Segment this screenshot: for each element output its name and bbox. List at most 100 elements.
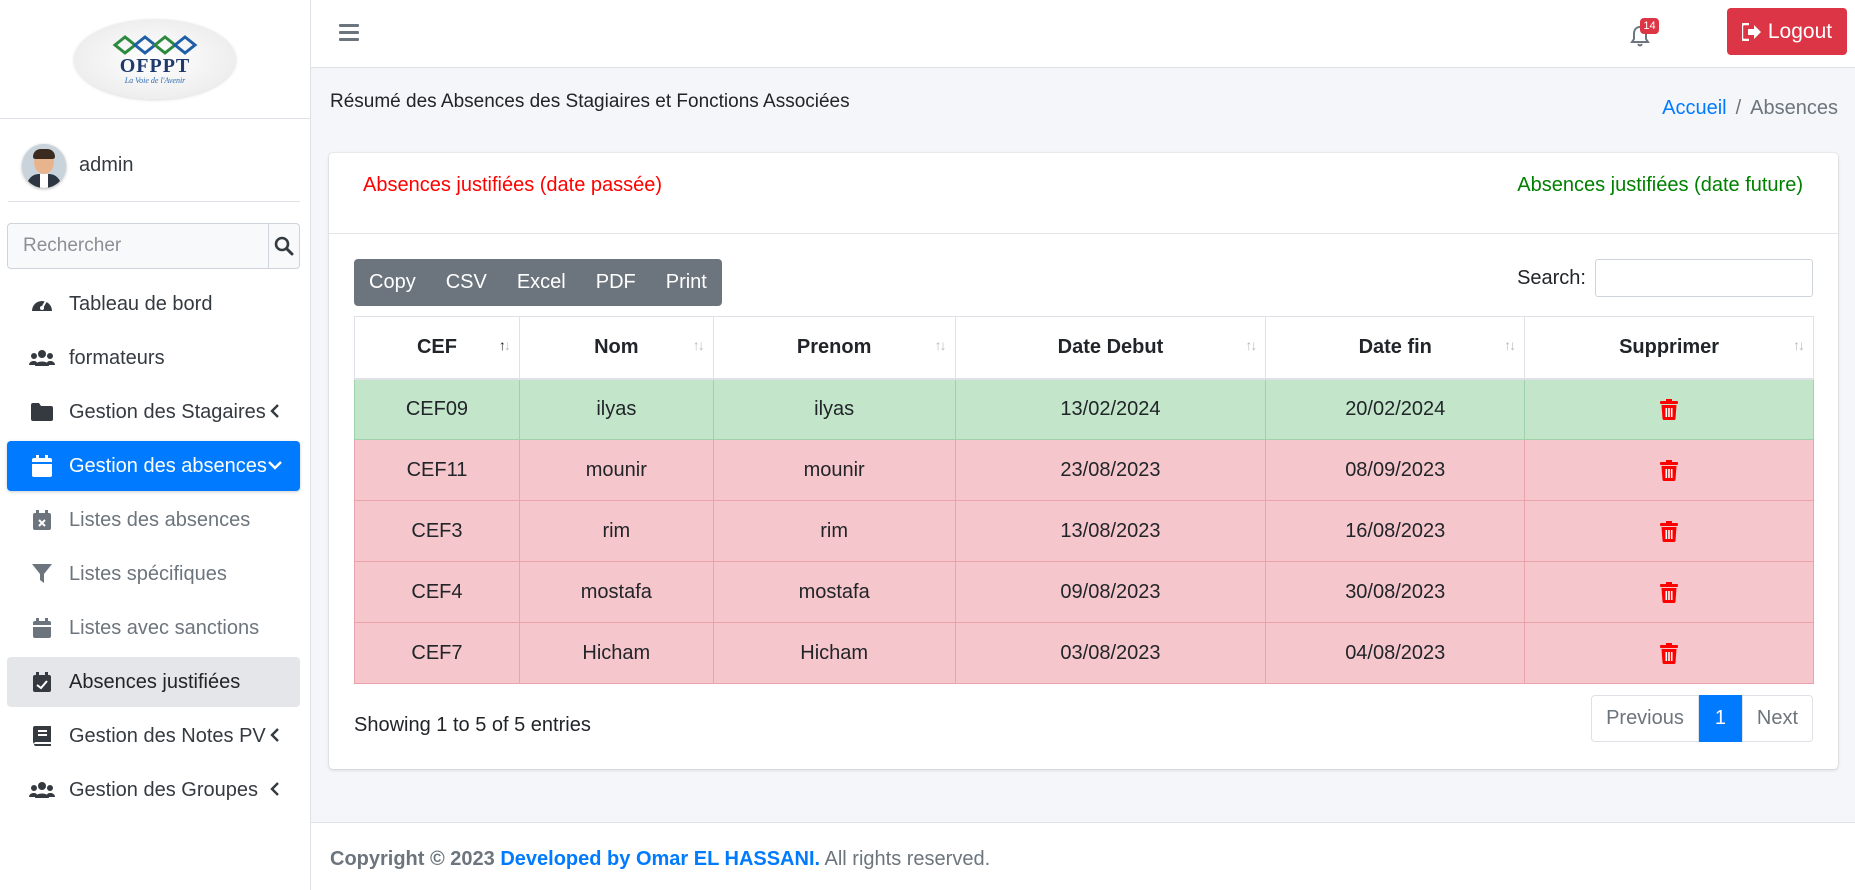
cell-date-debut: 03/08/2023 xyxy=(954,622,1267,684)
sidebar-item-tableau-de-bord[interactable]: Tableau de bord xyxy=(7,279,300,329)
sort-icon: ↑↓ xyxy=(1793,337,1805,353)
sidebar-search-input[interactable] xyxy=(8,224,268,268)
cell-prenom: rim xyxy=(712,500,956,562)
logout-label: Logout xyxy=(1767,19,1833,43)
hamburger-menu-icon[interactable] xyxy=(339,24,359,42)
sign-out-icon xyxy=(1741,22,1761,41)
cell-date-debut: 13/02/2024 xyxy=(954,378,1267,440)
sidebar-nav: Tableau de bord formateurs Gestion des S… xyxy=(7,279,300,819)
print-button[interactable]: Print xyxy=(651,259,722,306)
cell-nom: Hicham xyxy=(518,622,714,684)
cell-date-debut: 09/08/2023 xyxy=(954,561,1267,623)
legend-past: Absences justifiées (date passée) xyxy=(363,174,663,196)
table-row: CEF11 mounir mounir 23/08/2023 08/09/202… xyxy=(354,439,1814,501)
pagination-previous-button[interactable]: Previous xyxy=(1591,695,1699,742)
table-search: Search: xyxy=(1517,259,1813,297)
ofppt-logo[interactable]: OFPPT La Voie de l'Avenir xyxy=(74,19,236,99)
sidebar-item-label: Gestion des Stagaires xyxy=(69,400,266,423)
users-icon xyxy=(29,779,55,801)
column-header-date-fin[interactable]: Date fin ↑↓ xyxy=(1265,316,1526,380)
book-icon xyxy=(29,725,55,747)
search-icon xyxy=(274,236,294,256)
filter-icon xyxy=(29,563,55,585)
absences-table: CEF ↑↓ Nom ↑↓ Prenom ↑↓ Date Debut ↑↓ Date f… xyxy=(354,316,1814,684)
sidebar-item-absences-justifiees[interactable]: Absences justifiées xyxy=(7,657,300,707)
sidebar-item-label: Listes avec sanctions xyxy=(69,616,260,639)
chevron-left-icon xyxy=(268,780,282,798)
table-row: CEF7 Hicham Hicham 03/08/2023 04/08/2023 xyxy=(354,622,1814,684)
column-header-cef[interactable]: CEF ↑↓ xyxy=(354,316,520,380)
users-icon xyxy=(29,347,55,369)
sidebar-item-gestion-groupes[interactable]: Gestion des Groupes xyxy=(7,765,300,815)
sidebar-item-listes-specifiques[interactable]: Listes spécifiques xyxy=(7,549,300,599)
sort-icon: ↑↓ xyxy=(1504,337,1516,353)
tachometer-icon xyxy=(29,293,55,315)
sidebar-item-listes-sanctions[interactable]: Listes avec sanctions xyxy=(7,603,300,653)
footer-developer-link[interactable]: Developed by Omar EL HASSANI. xyxy=(500,848,820,870)
cell-cef: CEF4 xyxy=(354,561,520,623)
sort-icon: ↑↓ xyxy=(1245,337,1257,353)
trash-icon[interactable] xyxy=(1660,520,1679,542)
csv-button[interactable]: CSV xyxy=(431,259,502,306)
sidebar-item-label: Tableau de bord xyxy=(69,292,213,315)
sidebar-item-label: Gestion des Notes PV xyxy=(69,724,266,747)
chevron-down-icon xyxy=(268,456,282,474)
cell-supprimer xyxy=(1524,500,1814,562)
breadcrumb-home-link[interactable]: Accueil xyxy=(1662,97,1726,120)
cell-prenom: Hicham xyxy=(712,622,956,684)
calendar-x-icon xyxy=(29,509,55,531)
footer: Copyright © 2023 Developed by Omar EL HA… xyxy=(311,822,1855,890)
user-name[interactable]: admin xyxy=(79,154,133,177)
footer-rights: All rights reserved. xyxy=(824,848,991,870)
copy-button[interactable]: Copy xyxy=(354,259,431,306)
sidebar-item-listes-absences[interactable]: Listes des absences xyxy=(7,495,300,545)
breadcrumb-current: Absences xyxy=(1750,97,1838,119)
sidebar: OFPPT La Voie de l'Avenir admin Tableau … xyxy=(0,0,311,890)
sidebar-item-gestion-absences[interactable]: Gestion des absences xyxy=(7,441,300,491)
card-header: Absences justifiées (date passée) Absenc… xyxy=(329,153,1838,234)
folder-icon xyxy=(29,401,55,423)
pagination: Previous 1 Next xyxy=(1591,695,1813,742)
cell-supprimer xyxy=(1524,622,1814,684)
table-search-input[interactable] xyxy=(1595,259,1813,297)
cell-cef: CEF11 xyxy=(354,439,520,501)
cell-prenom: ilyas xyxy=(712,378,956,440)
trash-icon[interactable] xyxy=(1660,642,1679,664)
legend-future: Absences justifiées (date future) xyxy=(1517,174,1803,196)
cell-date-fin: 20/02/2024 xyxy=(1265,378,1526,440)
pagination-page-button[interactable]: 1 xyxy=(1698,695,1742,742)
footer-text: Copyright © 2023 Developed by Omar EL HA… xyxy=(330,848,990,871)
column-header-prenom[interactable]: Prenom ↑↓ xyxy=(712,316,956,380)
sidebar-search-button[interactable] xyxy=(268,224,299,268)
table-info: Showing 1 to 5 of 5 entries xyxy=(354,714,591,736)
trash-icon[interactable] xyxy=(1660,581,1679,603)
cell-supprimer xyxy=(1524,561,1814,623)
cell-date-fin: 08/09/2023 xyxy=(1265,439,1526,501)
footer-copyright: Copyright © 2023 xyxy=(330,848,495,870)
sort-icon: ↑↓ xyxy=(934,337,947,353)
table-search-label: Search: xyxy=(1517,266,1586,289)
cell-prenom: mounir xyxy=(712,439,956,501)
sidebar-item-gestion-notes-pv[interactable]: Gestion des Notes PV xyxy=(7,711,300,761)
cell-nom: rim xyxy=(518,500,714,562)
table-row: CEF09 ilyas ilyas 13/02/2024 20/02/2024 xyxy=(354,378,1814,440)
sidebar-search xyxy=(7,223,300,269)
user-panel[interactable]: admin xyxy=(8,130,300,202)
pagination-next-button[interactable]: Next xyxy=(1741,695,1813,742)
trash-icon[interactable] xyxy=(1660,398,1679,420)
sidebar-item-label: Gestion des Groupes xyxy=(69,778,258,801)
column-header-date-debut[interactable]: Date Debut ↑↓ xyxy=(954,316,1267,380)
column-header-nom[interactable]: Nom ↑↓ xyxy=(518,316,714,380)
excel-button[interactable]: Excel xyxy=(502,259,581,306)
cell-prenom: mostafa xyxy=(712,561,956,623)
breadcrumb: Accueil / Absences xyxy=(1662,97,1838,120)
cell-date-debut: 23/08/2023 xyxy=(954,439,1267,501)
logout-button[interactable]: Logout xyxy=(1727,8,1847,55)
column-header-supprimer[interactable]: Supprimer ↑↓ xyxy=(1524,316,1814,380)
trash-icon[interactable] xyxy=(1660,459,1679,481)
sidebar-item-gestion-stagaires[interactable]: Gestion des Stagaires xyxy=(7,387,300,437)
sidebar-item-formateurs[interactable]: formateurs xyxy=(7,333,300,383)
pdf-button[interactable]: PDF xyxy=(581,259,651,306)
calendar-icon xyxy=(29,617,55,639)
sidebar-item-label: Absences justifiées xyxy=(69,670,241,693)
